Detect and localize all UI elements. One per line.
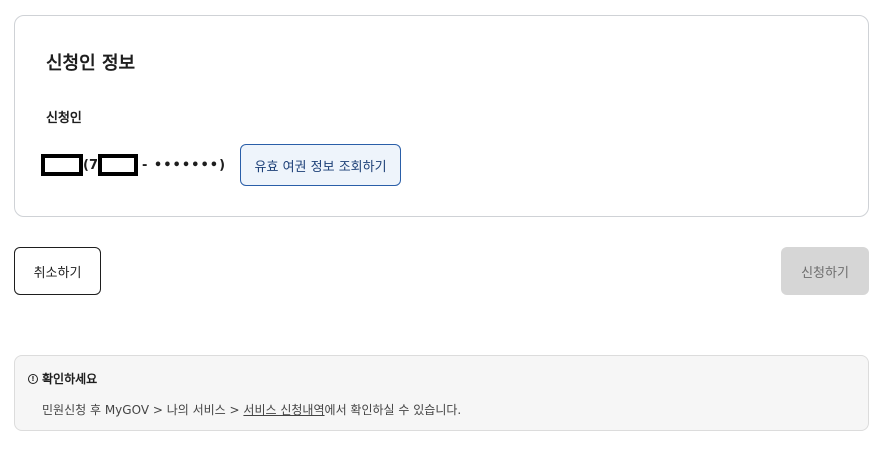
cancel-button[interactable]: 취소하기 xyxy=(14,247,101,295)
applicant-label: 신청인 xyxy=(46,111,82,126)
notice-text-before: 민원신청 후 MyGOV > 나의 서비스 > xyxy=(42,403,244,417)
redacted-name xyxy=(41,154,83,176)
notice-title: 확인하세요 xyxy=(42,372,98,386)
applicant-info-card: 신청인 정보 신청인 (7 - •••••••) 유효 여권 정보 조회하기 xyxy=(14,15,869,217)
resident-id-prefix: (7 xyxy=(83,157,98,173)
redacted-resident-id xyxy=(98,154,138,176)
notice-box: ! 확인하세요 민원신청 후 MyGOV > 나의 서비스 > 서비스 신청내역… xyxy=(14,355,869,431)
applicant-row: (7 - •••••••) 유효 여권 정보 조회하기 xyxy=(41,144,402,186)
info-icon: ! xyxy=(28,373,38,384)
passport-lookup-button[interactable]: 유효 여권 정보 조회하기 xyxy=(240,144,402,186)
notice-text-after: 에서 확인하실 수 있습니다. xyxy=(324,403,462,417)
service-history-link[interactable]: 서비스 신청내역 xyxy=(243,403,324,417)
notice-text: 민원신청 후 MyGOV > 나의 서비스 > 서비스 신청내역에서 확인하실 … xyxy=(42,401,461,418)
notice-header: ! 확인하세요 xyxy=(28,370,97,387)
section-title: 신청인 정보 xyxy=(46,53,136,74)
apply-button[interactable]: 신청하기 xyxy=(781,247,869,295)
resident-id-masked: - •••••••) xyxy=(142,157,227,173)
